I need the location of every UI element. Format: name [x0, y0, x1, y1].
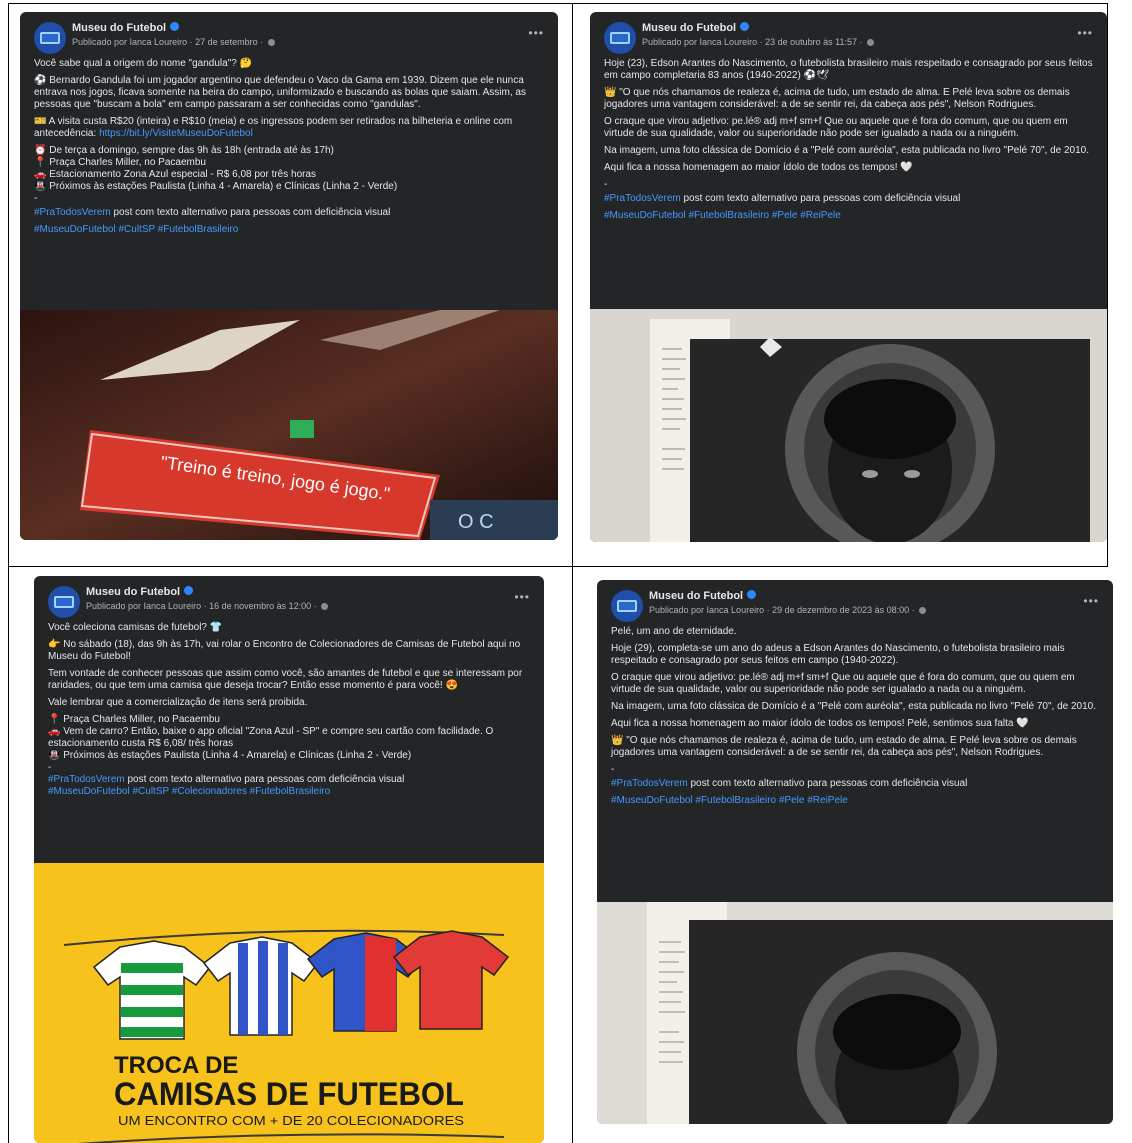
pele-book-photo [590, 309, 1107, 542]
dash: - [604, 179, 608, 190]
hashtag-pratodosverem[interactable]: #PraTodosVerem [34, 207, 111, 218]
poster-title-2: CAMISAS DE FUTEBOL [114, 1076, 464, 1112]
post-header: Museu do Futebol Publicado por Ianca Lou… [597, 580, 1113, 626]
table-border-top [8, 3, 1108, 4]
dash: - [611, 764, 615, 775]
table-border-right [1107, 3, 1108, 566]
page-name[interactable]: Museu do Futebol [86, 586, 194, 598]
globe-icon [321, 603, 329, 610]
post-meta: Publicado por Ianca Loureiro · 27 de set… [72, 37, 277, 47]
more-options-icon[interactable]: ••• [528, 26, 544, 40]
post-text: 🚇 Próximos às estações Paulista (Linha 4… [34, 181, 398, 192]
post-image[interactable] [597, 902, 1113, 1124]
globe-icon [267, 39, 275, 46]
post-text: Você sabe qual a origem do nome "gandula… [34, 58, 253, 69]
post-text: Pelé, um ano de eternidade. [611, 626, 737, 637]
shirt-swap-poster: TROCA DE CAMISAS DE FUTEBOL UM ENCONTRO … [34, 863, 544, 1143]
hashtag-pratodosverem[interactable]: #PraTodosVerem [48, 774, 125, 785]
post-pele-83: Museu do Futebol Publicado por Ianca Lou… [590, 12, 1107, 542]
more-options-icon[interactable]: ••• [514, 590, 530, 604]
post-image[interactable]: O C "Treino é treino, jogo é jogo." [20, 310, 558, 540]
dash: - [48, 762, 52, 773]
post-text: Vale lembrar que a comercialização de it… [48, 697, 308, 708]
accessibility-note: #PraTodosVerem post com texto alternativ… [604, 193, 961, 204]
dash: - [34, 193, 38, 204]
museum-logo-icon [617, 600, 637, 612]
post-body: Pelé, um ano de eternidade. Hoje (29), c… [597, 626, 1113, 807]
post-text: 👉 No sábado (18), das 9h às 17h, vai rol… [48, 639, 521, 662]
post-text: 🚗 Estacionamento Zona Azul especial - R$… [34, 169, 317, 180]
table-border-center [572, 3, 573, 1143]
visit-link[interactable]: https://bit.ly/VisiteMuseuDoFutebol [99, 128, 253, 139]
page-name[interactable]: Museu do Futebol [642, 22, 750, 34]
post-body: Você sabe qual a origem do nome "gandula… [20, 58, 558, 236]
post-gandula: Museu do Futebol Publicado por Ianca Lou… [20, 12, 558, 540]
post-camisas: Museu do Futebol Publicado por Ianca Lou… [34, 576, 544, 1143]
accessibility-note: #PraTodosVerem post com texto alternativ… [48, 774, 405, 785]
post-header: Museu do Futebol Publicado por Ianca Lou… [20, 12, 558, 58]
hashtags[interactable]: #MuseuDoFutebol #CultSP #FutebolBrasilei… [34, 224, 544, 236]
verified-badge-icon [170, 22, 180, 31]
post-text: Aqui fica a nossa homenagem ao maior ído… [604, 162, 913, 173]
post-body: Hoje (23), Edson Arantes do Nascimento, … [590, 58, 1107, 222]
accessibility-note: #PraTodosVerem post com texto alternativ… [34, 207, 391, 218]
post-text: 🚗 Vem de carro? Então, baixe o app ofici… [48, 726, 494, 749]
post-text: Hoje (29), completa-se um ano do adeus a… [611, 643, 1065, 666]
pele-book-photo [597, 902, 1113, 1124]
verified-badge-icon [747, 590, 757, 599]
post-text: 🚇 Próximos às estações Paulista (Linha 4… [48, 750, 412, 761]
page-name[interactable]: Museu do Futebol [649, 590, 757, 602]
post-text: 👑 "O que nós chamamos de realeza é, acim… [604, 87, 1070, 110]
table-border-left [8, 3, 9, 1143]
post-text: Hoje (23), Edson Arantes do Nascimento, … [604, 58, 1093, 81]
post-image[interactable]: TROCA DE CAMISAS DE FUTEBOL UM ENCONTRO … [34, 863, 544, 1143]
avatar[interactable] [604, 22, 636, 54]
globe-icon [919, 607, 927, 614]
post-header: Museu do Futebol Publicado por Ianca Lou… [590, 12, 1107, 58]
post-body: Você coleciona camisas de futebol? 👕 👉 N… [34, 622, 544, 798]
accessibility-note: #PraTodosVerem post com texto alternativ… [611, 778, 968, 789]
hashtag-pratodosverem[interactable]: #PraTodosVerem [604, 193, 681, 204]
post-text: ⏰ De terça a domingo, sempre das 9h às 1… [34, 145, 334, 156]
post-meta: Publicado por Ianca Loureiro · 29 de dez… [649, 605, 928, 615]
table-border-mid [8, 566, 1108, 567]
post-image[interactable] [590, 309, 1107, 542]
hashtags[interactable]: #MuseuDoFutebol #FutebolBrasileiro #Pele… [611, 795, 1099, 807]
hashtags[interactable]: #MuseuDoFutebol #CultSP #Colecionadores … [48, 786, 530, 798]
verified-badge-icon [740, 22, 750, 31]
more-options-icon[interactable]: ••• [1083, 594, 1099, 608]
post-text: 👑 "O que nós chamamos de realeza é, acim… [611, 735, 1077, 758]
post-text: O craque que virou adjetivo: pe.lé® adj … [611, 672, 1075, 695]
post-text: Na imagem, uma foto clássica de Domício … [604, 145, 1090, 156]
avatar[interactable] [34, 22, 66, 54]
post-text: Você coleciona camisas de futebol? 👕 [48, 622, 223, 633]
poster-subtitle: UM ENCONTRO COM + DE 20 COLECIONADORES [118, 1113, 464, 1128]
post-text: ⚽ Bernardo Gandula foi um jogador argent… [34, 75, 526, 110]
avatar[interactable] [611, 590, 643, 622]
post-pele-eternidade: Museu do Futebol Publicado por Ianca Lou… [597, 580, 1113, 1124]
more-options-icon[interactable]: ••• [1077, 26, 1093, 40]
sign-corner-text: O C [458, 511, 494, 533]
post-text: O craque que virou adjetivo: pe.lé® adj … [604, 116, 1068, 139]
avatar[interactable] [48, 586, 80, 618]
post-header: Museu do Futebol Publicado por Ianca Lou… [34, 576, 544, 622]
hashtags[interactable]: #MuseuDoFutebol #FutebolBrasileiro #Pele… [604, 210, 1093, 222]
post-text: 📍 Praça Charles Miller, no Pacaembu [48, 714, 220, 725]
globe-icon [867, 39, 874, 46]
museum-sign-photo: O C "Treino é treino, jogo é jogo." [20, 310, 558, 540]
hashtag-pratodosverem[interactable]: #PraTodosVerem [611, 778, 688, 789]
poster-title-1: TROCA DE [114, 1052, 238, 1079]
post-meta: Publicado por Ianca Loureiro · 23 de out… [642, 37, 876, 47]
museum-logo-icon [40, 32, 60, 44]
post-text: 🎫 A visita custa R$20 (inteira) e R$10 (… [34, 116, 513, 139]
page-name[interactable]: Museu do Futebol [72, 22, 180, 34]
post-meta: Publicado por Ianca Loureiro · 16 de nov… [86, 601, 330, 611]
museum-logo-icon [54, 596, 74, 608]
verified-badge-icon [184, 586, 194, 595]
post-text: 📍 Praça Charles Miller, no Pacaembu [34, 157, 206, 168]
post-text: Aqui fica a nossa homenagem ao maior ído… [611, 718, 1029, 729]
museum-logo-icon [610, 32, 630, 44]
post-text: Tem vontade de conhecer pessoas que assi… [48, 668, 523, 691]
post-text: Na imagem, uma foto clássica de Domício … [611, 701, 1097, 712]
